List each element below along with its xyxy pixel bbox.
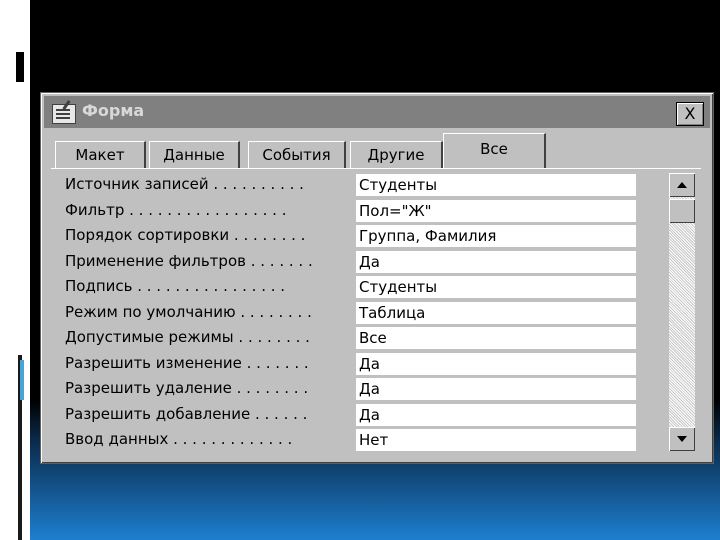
close-button[interactable]: X <box>676 102 704 126</box>
scroll-down-arrow-icon[interactable] <box>669 427 695 451</box>
property-value-field[interactable]: Нет <box>356 429 636 451</box>
property-row-allow-edits: Разрешить изменение . . . . . . . Да <box>61 352 641 378</box>
property-label: Разрешить изменение . . . . . . . <box>65 353 309 372</box>
property-label: Фильтр . . . . . . . . . . . . . . . . . <box>65 200 287 219</box>
window-title: Форма <box>82 101 145 120</box>
property-value-field[interactable]: Группа, Фамилия <box>356 225 636 247</box>
property-row-allow-deletions: Разрешить удаление . . . . . . . . Да <box>61 377 641 403</box>
property-row-filter: Фильтр . . . . . . . . . . . . . . . . .… <box>61 199 641 225</box>
property-value-field[interactable]: Пол="Ж" <box>356 199 636 222</box>
property-label: Допустимые режимы . . . . . . . . <box>65 328 310 346</box>
property-label: Применение фильтров . . . . . . . <box>65 251 313 270</box>
tab-data[interactable]: Данные <box>149 141 240 168</box>
property-label: Источник записей . . . . . . . . . . <box>65 175 304 193</box>
property-value-field[interactable]: Да <box>356 403 636 426</box>
property-row-allow-additions: Разрешить добавление . . . . . . Да <box>61 403 641 429</box>
property-label: Подпись . . . . . . . . . . . . . . . . <box>65 277 286 295</box>
property-row-caption: Подпись . . . . . . . . . . . . . . . . … <box>61 275 641 301</box>
property-value-field[interactable]: Да <box>356 378 636 400</box>
title-bar[interactable]: Форма X <box>44 96 710 128</box>
slide-left-accent <box>20 360 24 400</box>
tab-other[interactable]: Другие <box>350 141 443 168</box>
tab-divider <box>51 168 701 169</box>
property-value-field[interactable]: Да <box>356 352 636 375</box>
tab-layout[interactable]: Макет <box>55 141 146 168</box>
scroll-thumb[interactable] <box>669 199 695 223</box>
tab-events[interactable]: События <box>248 141 346 168</box>
slide-left-bar <box>16 52 24 82</box>
property-row-filter-on: Применение фильтров . . . . . . . Да <box>61 250 641 276</box>
property-row-allowed-views: Допустимые режимы . . . . . . . . Все <box>61 326 641 352</box>
property-row-order-by: Порядок сортировки . . . . . . . . Групп… <box>61 224 641 250</box>
property-label: Разрешить добавление . . . . . . <box>65 404 308 423</box>
property-label: Разрешить удаление . . . . . . . . <box>65 379 309 397</box>
properties-window: Форма X Макет Данные События Другие Все … <box>40 92 714 464</box>
scroll-up-arrow-icon[interactable] <box>669 173 695 197</box>
property-value-field[interactable]: Студенты <box>356 276 636 298</box>
property-label: Ввод данных . . . . . . . . . . . . . <box>65 430 293 448</box>
property-list: Источник записей . . . . . . . . . . Сту… <box>61 173 641 454</box>
property-value-field[interactable]: Таблица <box>356 301 636 324</box>
property-row-record-source: Источник записей . . . . . . . . . . Сту… <box>61 173 641 199</box>
tab-all[interactable]: Все <box>443 133 546 168</box>
form-properties-icon <box>52 104 76 124</box>
property-value-field[interactable]: Студенты <box>356 174 636 196</box>
vertical-scrollbar[interactable] <box>669 173 695 451</box>
property-label: Порядок сортировки . . . . . . . . <box>65 226 306 244</box>
property-value-field[interactable]: Да <box>356 250 636 273</box>
property-row-default-view: Режим по умолчанию . . . . . . . . Табли… <box>61 301 641 327</box>
property-row-data-entry: Ввод данных . . . . . . . . . . . . . Не… <box>61 428 641 454</box>
property-label: Режим по умолчанию . . . . . . . . <box>65 302 312 321</box>
property-value-field[interactable]: Все <box>356 327 636 349</box>
